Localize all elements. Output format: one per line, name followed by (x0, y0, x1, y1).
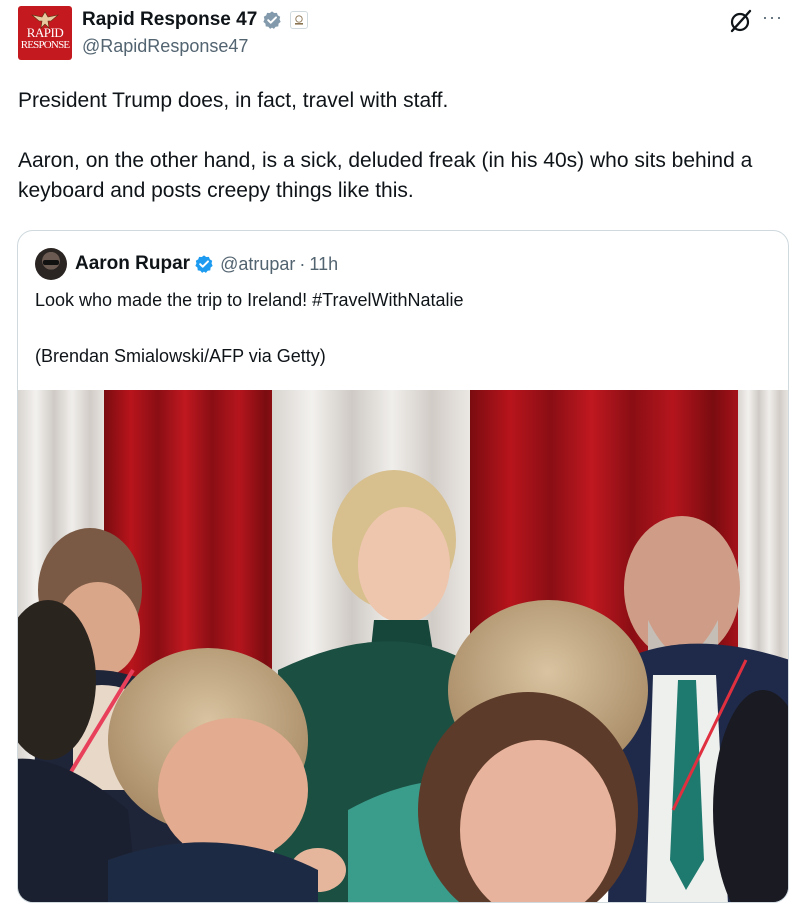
quoted-post-card[interactable]: Aaron Rupar @atrupar · 11h Look who made… (17, 230, 789, 903)
quoted-post-header: Aaron Rupar @atrupar · 11h (35, 248, 338, 280)
quoted-author-avatar[interactable] (35, 248, 67, 280)
avatar-text-response: RESPONSE (20, 39, 70, 51)
author-avatar[interactable]: RAPID RESPONSE (18, 6, 72, 60)
quoted-post-time[interactable]: 11h (309, 254, 338, 275)
more-options-icon[interactable]: ··· (762, 8, 788, 30)
quoted-text-line-1: Look who made the trip to Ireland! #Trav… (35, 290, 464, 310)
quoted-text-line-2: (Brendan Smialowski/AFP via Getty) (35, 346, 326, 366)
avatar-text-rapid: RAPID (26, 25, 64, 40)
author-display-name[interactable]: Rapid Response 47 (82, 9, 257, 31)
quoted-separator-dot: · (299, 253, 306, 274)
quoted-author-handle[interactable]: @atrupar (220, 254, 295, 275)
quoted-post-text: Look who made the trip to Ireland! #Trav… (35, 287, 775, 369)
event-photo-image (18, 390, 788, 902)
post-header: RAPID RESPONSE Rapid Response 47 @RapidR… (18, 6, 782, 62)
quoted-post-photo[interactable] (18, 390, 788, 902)
verified-gray-badge-icon[interactable] (262, 10, 282, 30)
author-handle[interactable]: @RapidResponse47 (82, 36, 248, 57)
grok-icon[interactable] (728, 8, 754, 34)
post-text-line-1: President Trump does, in fact, travel wi… (18, 89, 449, 112)
author-name-row: Rapid Response 47 (82, 8, 309, 32)
post-text: President Trump does, in fact, travel wi… (18, 86, 782, 206)
seal-glyph-icon (295, 15, 304, 25)
affiliation-seal-icon[interactable] (290, 11, 309, 29)
quoted-author-name[interactable]: Aaron Rupar (75, 253, 190, 275)
verified-blue-badge-icon[interactable] (194, 254, 214, 274)
post-text-line-2: Aaron, on the other hand, is a sick, del… (18, 149, 753, 202)
